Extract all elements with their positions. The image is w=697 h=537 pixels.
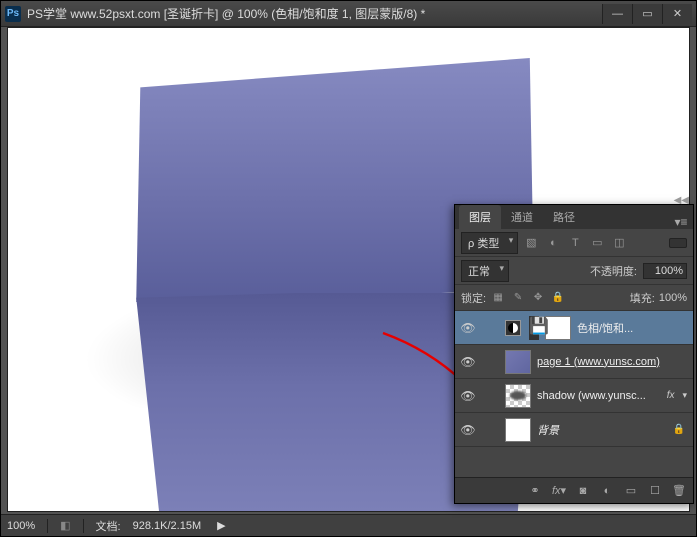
layer-list: 👁 💾 色相/饱和... 👁 page 1 (www.yunsc.com) 👁 … bbox=[455, 311, 693, 477]
filter-smart-icon[interactable]: ◫ bbox=[610, 234, 628, 252]
document-title: PS学堂 www.52psxt.com [圣诞折卡] @ 100% (色相/饱和… bbox=[27, 5, 602, 22]
new-group-button[interactable]: ▭ bbox=[623, 484, 639, 497]
layer-row-page1[interactable]: 👁 page 1 (www.yunsc.com) bbox=[455, 345, 693, 379]
lock-label: 锁定: bbox=[461, 290, 486, 306]
layer-name[interactable]: 背景 bbox=[537, 422, 667, 438]
panel-footer: ⚭ fx▾ ◙ ◐ ▭ ☐ 🗑 bbox=[455, 477, 693, 503]
add-mask-button[interactable]: ◙ bbox=[575, 485, 591, 497]
close-button[interactable]: ✕ bbox=[662, 4, 692, 24]
app-icon: Ps bbox=[5, 6, 21, 22]
minimize-button[interactable]: — bbox=[602, 4, 632, 24]
fx-badge[interactable]: fx bbox=[667, 390, 675, 401]
lock-transparent-icon[interactable]: ▦ bbox=[490, 290, 506, 306]
link-layers-button[interactable]: ⚭ bbox=[527, 484, 543, 497]
tab-paths[interactable]: 路径 bbox=[543, 205, 585, 229]
statusbar-expand[interactable]: ▶ bbox=[217, 519, 225, 532]
filter-adjust-icon[interactable]: ◐ bbox=[544, 234, 562, 252]
opacity-input[interactable]: 100% bbox=[643, 263, 687, 279]
titlebar: Ps PS学堂 www.52psxt.com [圣诞折卡] @ 100% (色相… bbox=[1, 1, 696, 27]
fx-expand-icon[interactable]: ▾ bbox=[682, 390, 687, 401]
layer-name[interactable]: shadow (www.yunsc... bbox=[537, 390, 661, 402]
layer-thumb[interactable] bbox=[505, 418, 531, 442]
doc-label: 文档: bbox=[96, 518, 121, 534]
new-adjustment-button[interactable]: ◐ bbox=[599, 485, 615, 497]
lock-icon: 🔒 bbox=[673, 424, 685, 435]
maximize-button[interactable]: ▭ bbox=[632, 4, 662, 24]
layer-row-shadow[interactable]: 👁 shadow (www.yunsc... fx ▾ bbox=[455, 379, 693, 413]
layer-filter-row: ρ 类型 ▧ ◐ T ▭ ◫ bbox=[455, 229, 693, 257]
fill-input[interactable]: 100% bbox=[659, 292, 687, 304]
layer-fx-button[interactable]: fx▾ bbox=[551, 484, 567, 497]
visibility-toggle[interactable]: 👁 bbox=[459, 321, 477, 335]
layer-name[interactable]: page 1 (www.yunsc.com) bbox=[537, 356, 689, 368]
layers-panel: ◀◀ 图层 通道 路径 ▾≡ ρ 类型 ▧ ◐ T ▭ ◫ 正常 不透明度: 1… bbox=[454, 204, 694, 504]
lock-row: 锁定: ▦ ✎ ✥ 🔒 填充: 100% bbox=[455, 285, 693, 311]
status-icon: ◧ bbox=[60, 519, 70, 532]
layer-name[interactable]: 色相/饱和... bbox=[577, 320, 689, 336]
filter-kind-select[interactable]: ρ 类型 bbox=[461, 232, 518, 254]
new-layer-button[interactable]: ☐ bbox=[647, 484, 663, 497]
visibility-toggle[interactable]: 👁 bbox=[459, 423, 477, 437]
lock-position-icon[interactable]: ✥ bbox=[530, 290, 546, 306]
panel-collapse-icon[interactable]: ◀◀ bbox=[674, 195, 689, 206]
panel-tabs: 图层 通道 路径 ▾≡ bbox=[455, 205, 693, 229]
doc-info: 928.1K/2.15M bbox=[133, 520, 202, 532]
filter-pixel-icon[interactable]: ▧ bbox=[522, 234, 540, 252]
blend-mode-select[interactable]: 正常 bbox=[461, 260, 509, 282]
tab-channels[interactable]: 通道 bbox=[501, 205, 543, 229]
layer-row-background[interactable]: 👁 背景 🔒 bbox=[455, 413, 693, 447]
zoom-level[interactable]: 100% bbox=[7, 520, 35, 532]
layer-row-hue-sat[interactable]: 👁 💾 色相/饱和... bbox=[455, 311, 693, 345]
statusbar: 100% ◧ 文档: 928.1K/2.15M ▶ bbox=[1, 514, 696, 536]
lock-pixels-icon[interactable]: ✎ bbox=[510, 290, 526, 306]
filter-shape-icon[interactable]: ▭ bbox=[588, 234, 606, 252]
adjustment-icon bbox=[505, 320, 521, 336]
panel-menu-button[interactable]: ▾≡ bbox=[673, 215, 693, 229]
save-icon: 💾 bbox=[529, 316, 539, 340]
lock-all-icon[interactable]: 🔒 bbox=[550, 290, 566, 306]
layer-thumb[interactable] bbox=[505, 384, 531, 408]
opacity-label: 不透明度: bbox=[590, 263, 637, 279]
tab-layers[interactable]: 图层 bbox=[459, 205, 501, 229]
visibility-toggle[interactable]: 👁 bbox=[459, 389, 477, 403]
delete-layer-button[interactable]: 🗑 bbox=[671, 484, 687, 497]
layer-thumb[interactable] bbox=[505, 350, 531, 374]
filter-switch[interactable] bbox=[669, 238, 687, 248]
blend-row: 正常 不透明度: 100% bbox=[455, 257, 693, 285]
visibility-toggle[interactable]: 👁 bbox=[459, 355, 477, 369]
filter-type-icon[interactable]: T bbox=[566, 234, 584, 252]
fill-label: 填充: bbox=[630, 290, 655, 306]
